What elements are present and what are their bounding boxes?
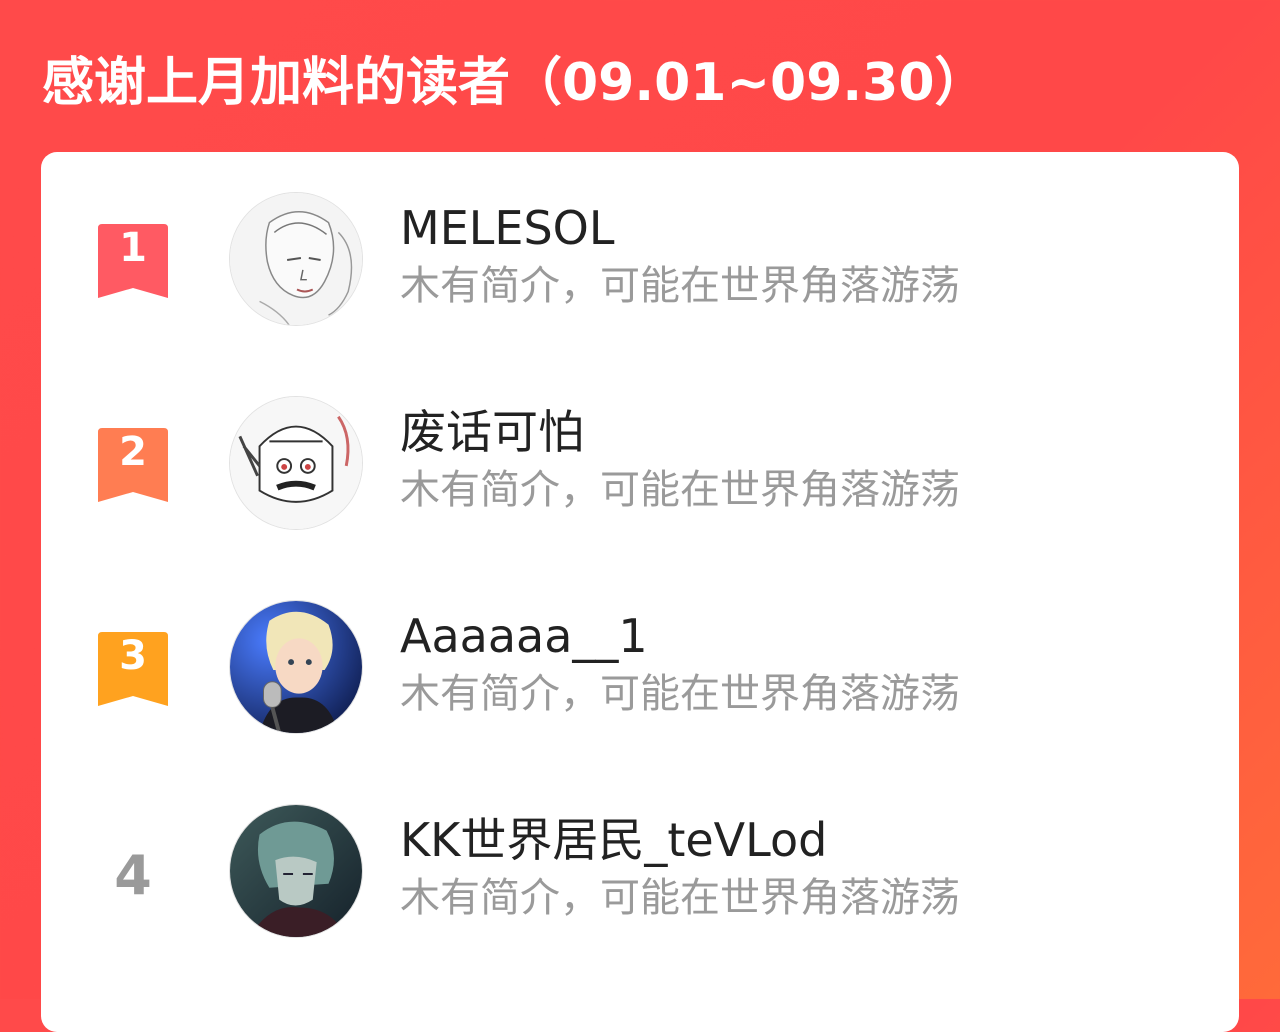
cartoon-character-avatar-icon: [230, 397, 362, 529]
singer-with-microphone-avatar-icon: [230, 601, 362, 733]
rank-number: 4: [114, 844, 152, 907]
reader-name[interactable]: KK世界居民_teVLod: [400, 812, 827, 868]
reader-row[interactable]: 4 KK世界居民_teVLod 木有简介，可能在世界角落游荡: [41, 764, 1239, 938]
reader-list-card: 1 MELESOL 木有简介，可能在世界角落游荡 2 废话可怕 木有简介，可能在…: [41, 152, 1239, 1032]
sketch-portrait-avatar-icon: [230, 193, 362, 325]
rank-number: 3: [119, 633, 147, 679]
reader-bio: 木有简介，可能在世界角落游荡: [400, 467, 960, 513]
rank-badge-icon: 1: [98, 224, 168, 298]
reader-name[interactable]: Aaaaaa__1: [400, 608, 648, 664]
reader-name[interactable]: MELESOL: [400, 200, 614, 256]
rank-number: 2: [119, 429, 147, 475]
rank-badge-icon: 3: [98, 632, 168, 706]
reader-bio: 木有简介，可能在世界角落游荡: [400, 263, 960, 309]
avatar[interactable]: [229, 396, 363, 530]
reader-row[interactable]: 1 MELESOL 木有简介，可能在世界角落游荡: [41, 152, 1239, 326]
reader-row[interactable]: 2 废话可怕 木有简介，可能在世界角落游荡: [41, 356, 1239, 530]
reader-name[interactable]: 废话可怕: [400, 404, 584, 460]
avatar[interactable]: [229, 804, 363, 938]
reader-bio: 木有简介，可能在世界角落游荡: [400, 671, 960, 717]
page-title: 感谢上月加料的读者（09.01~09.30）: [42, 53, 987, 113]
anime-character-avatar-icon: [230, 805, 362, 937]
reader-row[interactable]: 3 Aaaaaa__1 木有简介，可能在世界角落游荡: [41, 560, 1239, 734]
avatar[interactable]: [229, 192, 363, 326]
rank-badge-icon: 2: [98, 428, 168, 502]
avatar[interactable]: [229, 600, 363, 734]
rank-number: 1: [119, 225, 147, 271]
reader-bio: 木有简介，可能在世界角落游荡: [400, 875, 960, 921]
